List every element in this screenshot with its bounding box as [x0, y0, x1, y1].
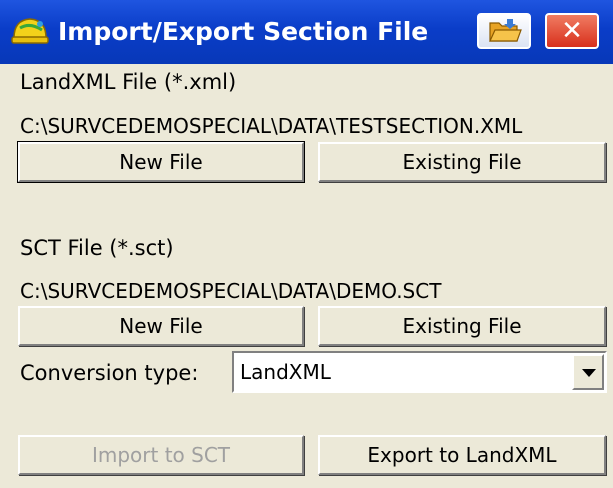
title-bar: Import/Export Section File ✕	[0, 0, 613, 64]
landxml-file-path: C:\SURVCEDEMOSPECIAL\DATA\TESTSECTION.XM…	[20, 114, 523, 138]
close-button[interactable]: ✕	[545, 13, 599, 49]
open-folder-button[interactable]	[477, 13, 531, 49]
window-title: Import/Export Section File	[58, 17, 429, 46]
sct-new-file-button[interactable]: New File	[18, 306, 304, 346]
hard-hat-icon	[11, 18, 49, 44]
export-to-landxml-button[interactable]: Export to LandXML	[318, 435, 606, 475]
import-to-sct-button[interactable]: Import to SCT	[18, 435, 304, 475]
dropdown-arrow-icon[interactable]	[572, 354, 604, 390]
conversion-type-dropdown[interactable]: LandXML	[232, 351, 607, 393]
sct-file-label: SCT File (*.sct)	[20, 236, 174, 260]
landxml-existing-file-button[interactable]: Existing File	[318, 142, 606, 182]
close-icon: ✕	[561, 16, 583, 46]
open-folder-icon	[489, 19, 522, 42]
sct-existing-file-button[interactable]: Existing File	[318, 306, 606, 346]
sct-file-path: C:\SURVCEDEMOSPECIAL\DATA\DEMO.SCT	[20, 279, 442, 303]
conversion-type-value: LandXML	[240, 360, 331, 384]
conversion-type-label: Conversion type:	[20, 361, 199, 385]
landxml-file-label: LandXML File (*.xml)	[20, 70, 237, 94]
landxml-new-file-button[interactable]: New File	[17, 141, 305, 183]
